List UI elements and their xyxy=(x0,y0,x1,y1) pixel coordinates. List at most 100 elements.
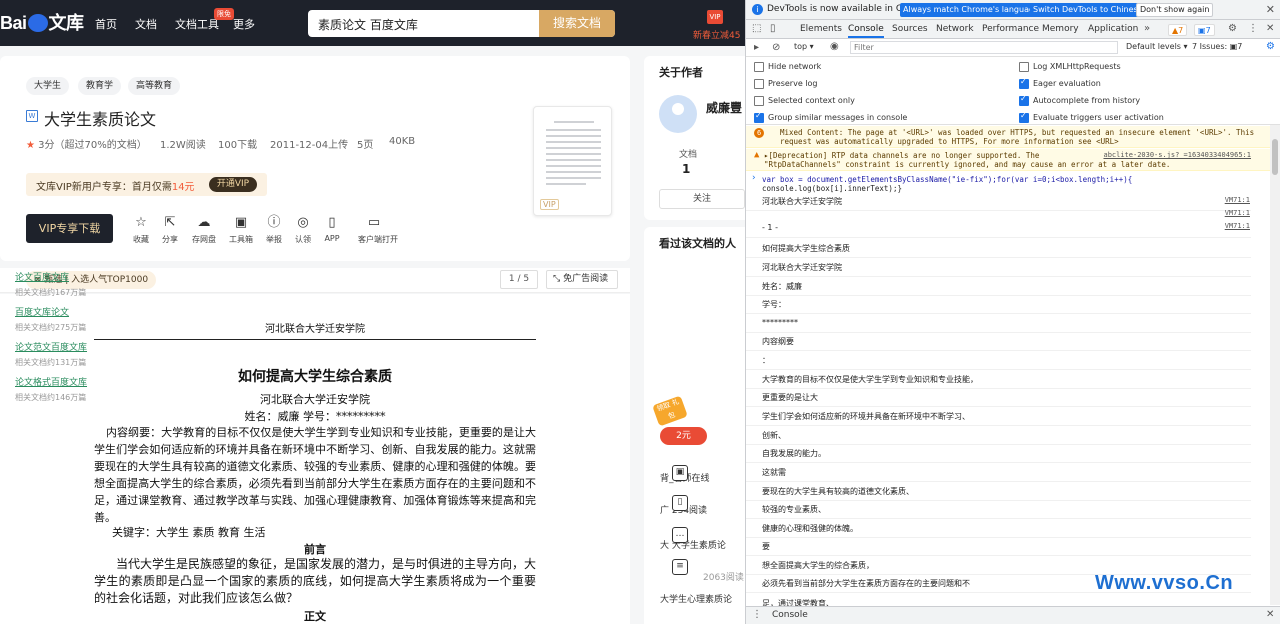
log-separator xyxy=(746,237,1251,238)
doc-thumbnail[interactable]: VIP xyxy=(533,106,612,216)
save-netdisk-action[interactable]: ☁ 存网盘 xyxy=(188,216,220,245)
device-toolbar-icon[interactable]: ▯ xyxy=(770,23,776,34)
author-name[interactable]: 威廉豐 xyxy=(706,99,742,116)
autocomplete-history-checkbox[interactable]: Autocomplete from history xyxy=(1019,94,1140,106)
drawer-bar: ⋮ Console ✕ xyxy=(746,606,1280,624)
scrollbar-thumb[interactable] xyxy=(1272,139,1278,175)
mixed-content-message[interactable]: 6 Mixed Content: The page at '<URL>' was… xyxy=(746,126,1280,148)
promo-text[interactable]: 新春立减45 xyxy=(693,28,740,41)
deprecation-message[interactable]: ▲ ▸[Deprecation] RTP data channels are n… xyxy=(746,149,1280,171)
toolbox-action[interactable]: ▣ 工具箱 xyxy=(225,216,257,245)
console-settings-icon[interactable]: ⚙ xyxy=(1266,41,1275,52)
preserve-log-checkbox[interactable]: Preserve log xyxy=(754,79,818,89)
no-ad-reading-button[interactable]: ⤡ 免广告阅读 xyxy=(546,270,618,289)
issue-count-badge[interactable]: ▣7 xyxy=(1194,24,1215,36)
tab-performance[interactable]: Performance xyxy=(982,24,1039,34)
source-link[interactable]: abclite-2030-s.js?_=1634033404965:1 xyxy=(1103,151,1251,160)
search-box[interactable]: 素质论文 百度文库 搜索文档 xyxy=(308,10,615,37)
inspect-icon[interactable]: ⬚ xyxy=(752,23,761,34)
word-doc-icon: W xyxy=(26,110,38,122)
close-devtools-icon[interactable]: ✕ xyxy=(1266,23,1274,34)
log-separator xyxy=(746,332,1251,333)
sidebar-toggle-icon[interactable]: ▸ xyxy=(754,42,759,53)
close-drawer-icon[interactable]: ✕ xyxy=(1266,609,1274,620)
author-card: 关于作者 威廉豐 文档 1 关注 xyxy=(644,56,745,220)
follow-button[interactable]: 关注 xyxy=(659,189,745,209)
drawer-menu-icon[interactable]: ⋮ xyxy=(752,609,762,620)
favorite-action[interactable]: ☆ 收藏 xyxy=(125,216,157,245)
nav-home[interactable]: 首页 xyxy=(95,16,117,32)
related-item[interactable]: 论文格式百度文库 相关文档约146万篇 xyxy=(15,375,87,403)
report-action[interactable]: ⓘ 举报 xyxy=(258,216,290,245)
log-xhr-checkbox[interactable]: Log XMLHttpRequests xyxy=(1019,62,1121,72)
vm-source-link[interactable]: VM71:1 xyxy=(1225,196,1250,204)
vip-download-button[interactable]: VIP专享下载 xyxy=(26,214,113,243)
vm-source-link[interactable]: VM71:1 xyxy=(1225,209,1250,217)
tab-elements[interactable]: Elements xyxy=(800,24,842,34)
related-item[interactable]: 论文百度文库 相关文档约167万篇 xyxy=(15,270,86,298)
sidebar-row[interactable]: 大学生心理素质论 xyxy=(660,592,732,605)
related-item[interactable]: 百度文库论文 相关文档约275万篇 xyxy=(15,305,86,333)
hide-network-checkbox[interactable]: Hide network xyxy=(754,62,821,72)
gear-icon[interactable]: ⚙ xyxy=(1228,23,1237,34)
dont-show-button[interactable]: Don't show again xyxy=(1136,3,1214,17)
console-log-line: 健康的心理和强健的体魄。 xyxy=(762,524,858,533)
phone-float-icon[interactable]: ▯ xyxy=(672,495,688,511)
toolbox-float-icon[interactable]: ▣ xyxy=(672,465,688,481)
sidebar-row[interactable]: 大 大学生素质论 xyxy=(660,538,726,551)
tag-chip[interactable]: 教育学 xyxy=(78,77,122,95)
switch-chinese-button[interactable]: Switch DevTools to Chinese xyxy=(1030,3,1146,17)
clear-console-icon[interactable]: ⊘ xyxy=(772,42,780,53)
author-docs-count: 1 xyxy=(682,162,691,176)
kebab-menu-icon[interactable]: ⋮ xyxy=(1248,23,1258,34)
vip-offer-banner[interactable]: 文库VIP新用户专享：首月仅需14元 开通VIP xyxy=(26,173,267,196)
coupon-button[interactable]: 2元 xyxy=(660,427,707,445)
doc-title: 大学生素质论文 xyxy=(44,110,157,129)
eye-icon[interactable]: ◉ xyxy=(830,41,839,52)
avatar[interactable] xyxy=(659,95,697,133)
console-filter-input[interactable]: Filter xyxy=(850,41,1118,54)
feedback-float-icon[interactable]: ≡ xyxy=(672,559,688,575)
tag-chip[interactable]: 大学生 xyxy=(26,77,70,95)
author-docs-label: 文档 xyxy=(679,150,698,160)
tab-network[interactable]: Network xyxy=(936,24,974,34)
group-similar-checkbox[interactable]: Group similar messages in console xyxy=(754,111,907,123)
page-indicator[interactable]: 1 / 5 xyxy=(500,270,538,289)
nav-doc-tools[interactable]: 文档工具 xyxy=(175,16,219,32)
match-language-button[interactable]: Always match Chrome's language xyxy=(900,3,1042,17)
console-log-line: 这就需 xyxy=(762,468,786,477)
log-separator xyxy=(746,388,1251,389)
nav-docs[interactable]: 文档 xyxy=(135,16,157,32)
related-item[interactable]: 论文范文百度文库 相关文档约131万篇 xyxy=(15,340,87,368)
chat-float-icon[interactable]: … xyxy=(672,527,688,543)
console-scrollbar[interactable] xyxy=(1270,125,1280,605)
drawer-tab-console[interactable]: Console xyxy=(772,610,808,620)
more-tabs-icon[interactable]: » xyxy=(1144,23,1150,34)
baidu-wenku-logo[interactable]: Bai 文库 xyxy=(0,9,84,35)
paper-keywords: 关键字：大学生 素质 教育 生活 xyxy=(112,526,266,539)
tab-application[interactable]: Application xyxy=(1088,24,1138,34)
search-input[interactable]: 素质论文 百度文库 xyxy=(318,16,418,33)
nav-more[interactable]: 更多 xyxy=(233,16,255,32)
app-action[interactable]: ▯ APP xyxy=(316,216,348,244)
share-action[interactable]: ⇱ 分享 xyxy=(154,216,186,245)
eager-eval-checkbox[interactable]: Eager evaluation xyxy=(1019,77,1101,89)
console-log-line: 较强的专业素质、 xyxy=(762,505,826,514)
warning-count-badge[interactable]: ▲7 xyxy=(1168,24,1188,36)
tab-memory[interactable]: Memory xyxy=(1042,24,1079,34)
tab-sources[interactable]: Sources xyxy=(892,24,928,34)
selected-context-checkbox[interactable]: Selected context only xyxy=(754,96,855,106)
issues-button[interactable]: 7 Issues: ▣7 xyxy=(1192,42,1242,51)
claim-action[interactable]: ◎ 认领 xyxy=(287,216,319,245)
client-open-action[interactable]: ▭ 客户端打开 xyxy=(358,216,398,245)
open-vip-button[interactable]: 开通VIP xyxy=(209,177,257,192)
tab-console[interactable]: Console xyxy=(848,24,884,38)
context-selector[interactable]: top ▾ xyxy=(794,42,814,51)
vm-source-link[interactable]: VM71:1 xyxy=(1225,222,1250,230)
search-button[interactable]: 搜索文档 xyxy=(539,10,615,37)
evaluate-triggers-checkbox[interactable]: Evaluate triggers user activation xyxy=(1019,111,1164,123)
close-icon[interactable]: ✕ xyxy=(1266,3,1275,16)
tag-chip[interactable]: 高等教育 xyxy=(128,77,181,95)
vip-gift-icon[interactable]: VIP xyxy=(707,10,723,24)
log-levels-dropdown[interactable]: Default levels ▾ xyxy=(1126,42,1188,51)
